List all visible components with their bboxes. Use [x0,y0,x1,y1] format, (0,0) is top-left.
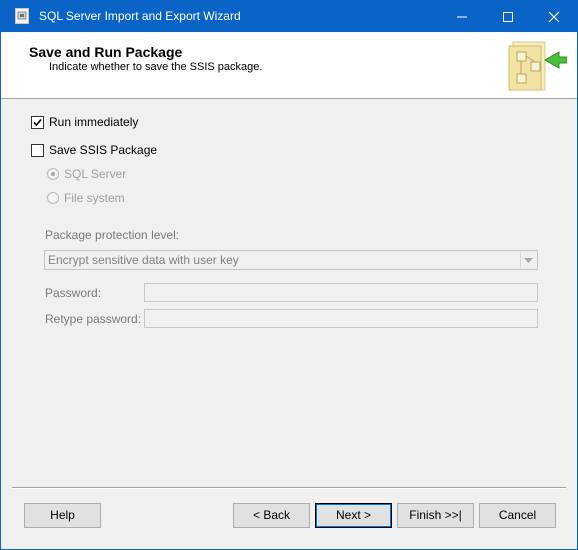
wizard-window: SQL Server Import and Export Wizard Save… [0,0,578,550]
file-system-radio[interactable]: File system [47,191,137,207]
close-button[interactable] [531,1,577,32]
page-subtitle: Indicate whether to save the SSIS packag… [49,61,263,73]
next-button[interactable]: Next > [315,503,392,528]
window-title: SQL Server Import and Export Wizard [39,9,241,23]
run-immediately-label: Run immediately [49,115,139,129]
title-bar[interactable]: SQL Server Import and Export Wizard [1,1,577,32]
file-system-label: File system [64,191,125,205]
sql-server-label: SQL Server [64,167,127,181]
minimize-icon [457,16,467,18]
footer-divider [12,487,566,489]
protection-level-label: Package protection level: [45,228,180,242]
dropdown-button[interactable] [520,252,536,268]
password-field[interactable] [144,283,538,302]
retype-password-field[interactable] [144,309,538,328]
package-flow-icon [499,38,568,94]
page-header: Save and Run Package Indicate whether to… [1,32,577,99]
page-title: Save and Run Package [29,44,183,60]
protection-level-value: Encrypt sensitive data with user key [48,253,239,267]
minimize-button[interactable] [439,1,485,32]
checkbox-box[interactable] [31,144,44,157]
back-button[interactable]: < Back [233,503,310,528]
save-ssis-package-label: Save SSIS Package [49,143,158,157]
cancel-button[interactable]: Cancel [479,503,556,528]
checkbox-box[interactable] [31,116,44,129]
save-ssis-package-checkbox[interactable]: Save SSIS Package [31,143,161,159]
maximize-button[interactable] [485,1,531,32]
radio-button[interactable] [47,192,59,204]
retype-password-label: Retype password: [45,312,142,326]
sql-server-radio[interactable]: SQL Server [47,167,137,183]
app-icon [15,8,29,24]
chevron-down-icon [524,258,533,263]
protection-level-dropdown[interactable]: Encrypt sensitive data with user key [44,250,538,270]
password-label: Password: [45,286,102,300]
maximize-icon [503,12,513,22]
checkmark-icon [33,118,42,127]
radio-button[interactable] [47,168,59,180]
close-icon [548,11,560,23]
run-immediately-checkbox[interactable]: Run immediately [31,115,151,131]
finish-button[interactable]: Finish >>| [397,503,474,528]
help-button[interactable]: Help [24,503,101,528]
